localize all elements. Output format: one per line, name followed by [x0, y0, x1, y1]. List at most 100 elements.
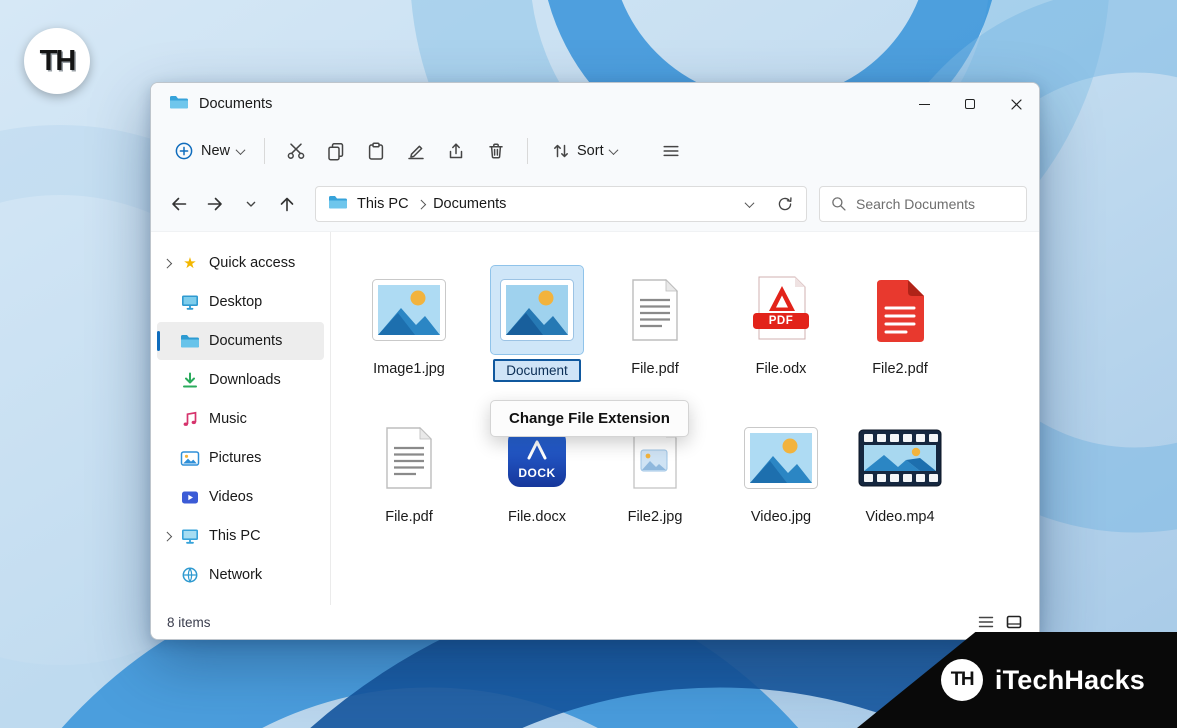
video-file-icon [842, 414, 958, 502]
plus-circle-icon [174, 141, 194, 161]
sort-button[interactable]: Sort [543, 134, 625, 168]
back-button[interactable] [163, 188, 195, 220]
paste-button[interactable] [356, 132, 396, 170]
rename-button[interactable] [396, 132, 436, 170]
search-icon [830, 195, 848, 213]
item-count: 8 items [167, 615, 211, 630]
pdf-badge-label: PDF [753, 313, 809, 329]
desktop-icon [177, 293, 203, 311]
file-list-area: Image1.jpg File.pdf PDF [331, 232, 1039, 605]
toolbar-divider [264, 138, 265, 164]
copy-button[interactable] [316, 132, 356, 170]
command-bar: New Sort [151, 125, 1039, 177]
search-input[interactable] [856, 196, 1016, 212]
chevron-down-icon [243, 196, 259, 212]
maximize-icon [965, 99, 975, 109]
folder-icon [328, 194, 348, 215]
itechhacks-wordmark: iTechHacks [995, 665, 1145, 696]
view-options-button[interactable] [651, 132, 691, 170]
dock-badge-label: DOCK [508, 466, 566, 480]
cut-icon [286, 141, 306, 161]
sidebar-item-quick-access[interactable]: ★ Quick access [157, 244, 324, 282]
breadcrumb-documents[interactable]: Documents [433, 196, 506, 212]
image-file-icon [723, 414, 839, 502]
sidebar-item-documents[interactable]: Documents [157, 322, 324, 360]
documents-folder-icon [177, 333, 203, 349]
network-icon [177, 566, 203, 584]
up-button[interactable] [271, 188, 303, 220]
status-bar: 8 items [151, 605, 1039, 639]
window-title: Documents [199, 96, 272, 112]
rename-icon [406, 141, 426, 161]
close-button[interactable] [993, 83, 1039, 125]
file-name: Video.jpg [723, 508, 839, 526]
forward-button[interactable] [199, 188, 231, 220]
cut-button[interactable] [276, 132, 316, 170]
title-bar: Documents [151, 83, 1039, 125]
file-name: Image1.jpg [351, 360, 467, 378]
copy-icon [326, 141, 346, 161]
expand-chevron-icon[interactable] [162, 258, 171, 267]
sidebar-item-this-pc[interactable]: This PC [157, 517, 324, 555]
details-view-button[interactable] [977, 613, 995, 631]
sidebar-item-pictures[interactable]: Pictures [157, 439, 324, 477]
file-name: File.pdf [351, 508, 467, 526]
file-tile-document-renaming[interactable] [479, 266, 595, 382]
chevron-down-icon [608, 145, 618, 155]
downloads-icon [177, 371, 203, 389]
navigation-bar: This PC Documents [151, 177, 1039, 231]
star-icon: ★ [177, 256, 203, 271]
videos-icon [177, 489, 203, 506]
expand-chevron-icon[interactable] [162, 531, 171, 540]
itechhacks-badge: TH [24, 28, 90, 94]
view-options-icon [661, 141, 681, 161]
pdf-file-icon: PDF [723, 266, 839, 354]
file-tile-file2-pdf[interactable]: File2.pdf [842, 266, 958, 378]
share-button[interactable] [436, 132, 476, 170]
file-name: File2.pdf [842, 360, 958, 378]
file-tile-image1-jpg[interactable]: Image1.jpg [351, 266, 467, 378]
minimize-icon [919, 104, 930, 105]
paste-icon [366, 141, 386, 161]
pictures-icon [177, 450, 203, 467]
file-tile-file-odx[interactable]: PDF File.odx [723, 266, 839, 378]
sidebar-item-music[interactable]: Music [157, 400, 324, 438]
minimize-button[interactable] [901, 83, 947, 125]
search-box[interactable] [819, 186, 1027, 222]
back-arrow-icon [169, 194, 189, 214]
file-name: File.odx [723, 360, 839, 378]
sidebar-item-videos[interactable]: Videos [157, 478, 324, 516]
rename-input[interactable] [493, 359, 581, 382]
delete-button[interactable] [476, 132, 516, 170]
music-icon [177, 410, 203, 428]
sidebar-item-network[interactable]: Network [157, 556, 324, 594]
address-bar[interactable]: This PC Documents [315, 186, 807, 222]
breadcrumb-this-pc[interactable]: This PC [357, 196, 409, 212]
change-file-extension-tooltip[interactable]: Change File Extension [490, 400, 689, 437]
address-dropdown-icon[interactable] [745, 198, 755, 208]
forward-arrow-icon [205, 194, 225, 214]
file-tile-video-jpg[interactable]: Video.jpg [723, 414, 839, 526]
image-file-icon [491, 266, 583, 354]
refresh-button[interactable] [776, 195, 794, 213]
large-icons-view-button[interactable] [1005, 613, 1023, 631]
folder-icon [169, 94, 189, 115]
maximize-button[interactable] [947, 83, 993, 125]
share-icon [446, 141, 466, 161]
sidebar-item-downloads[interactable]: Downloads [157, 361, 324, 399]
sort-button-label: Sort [577, 143, 604, 159]
file-tile-file-pdf-2[interactable]: File.pdf [351, 414, 467, 526]
new-button[interactable]: New [165, 134, 253, 168]
itechhacks-initials: TH [40, 45, 75, 78]
close-icon [1009, 97, 1024, 112]
this-pc-icon [177, 527, 203, 545]
document-file-icon [351, 414, 467, 502]
file-tile-video-mp4[interactable]: Video.mp4 [842, 414, 958, 526]
large-icons-view-icon [1005, 613, 1023, 631]
sort-icon [551, 141, 571, 161]
sidebar-item-desktop[interactable]: Desktop [157, 283, 324, 321]
file-name: File2.jpg [597, 508, 713, 526]
recent-locations-button[interactable] [235, 188, 267, 220]
refresh-icon [776, 195, 794, 213]
file-tile-file-pdf[interactable]: File.pdf [597, 266, 713, 378]
